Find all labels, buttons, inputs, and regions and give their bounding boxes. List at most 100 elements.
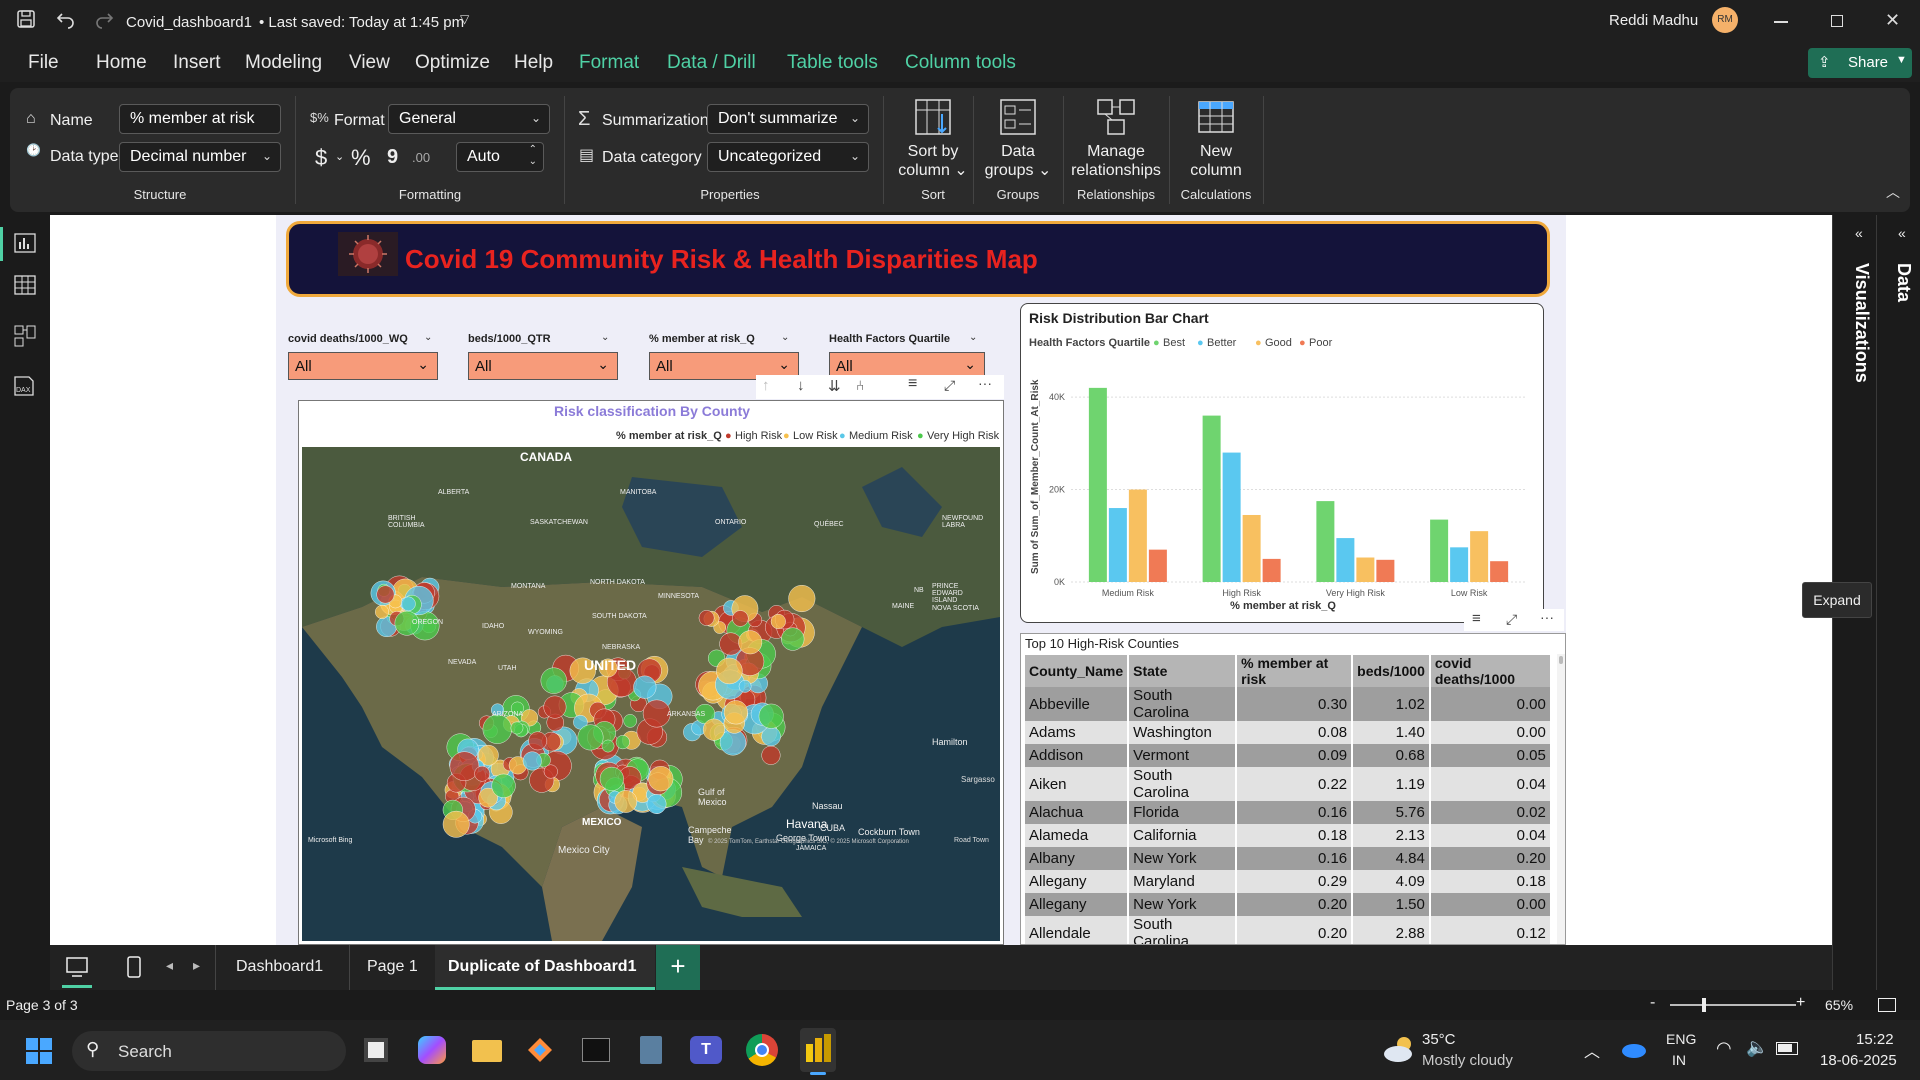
- close-icon[interactable]: ✕: [1885, 10, 1900, 31]
- filter-icon[interactable]: ≡: [908, 375, 917, 393]
- zoom-out-icon[interactable]: -: [1650, 994, 1655, 1012]
- chevron-up-icon[interactable]: ︿: [1584, 1038, 1600, 1062]
- bar-best-very-high-risk[interactable]: [1316, 501, 1335, 582]
- chrome-icon[interactable]: [746, 1034, 778, 1066]
- comma-button[interactable]: 9: [387, 146, 398, 169]
- table-row[interactable]: Adams Washington 0.08 1.40 0.00: [1025, 721, 1552, 744]
- table-row[interactable]: Abbeville South Carolina 0.30 1.02 0.00: [1025, 687, 1552, 721]
- table-row[interactable]: Alachua Florida 0.16 5.76 0.02: [1025, 801, 1552, 824]
- column-header[interactable]: beds/1000: [1352, 655, 1431, 687]
- language-primary[interactable]: ENG: [1666, 1031, 1696, 1047]
- bar-poor-low-risk[interactable]: [1490, 561, 1509, 582]
- bar-poor-medium-risk[interactable]: [1148, 549, 1167, 582]
- menu-format[interactable]: Format: [579, 52, 639, 74]
- chevron-down-icon[interactable]: ⌄: [969, 332, 977, 343]
- redo-icon[interactable]: [94, 9, 114, 29]
- drill-down-icon[interactable]: ↓: [797, 377, 805, 394]
- undo-icon[interactable]: [56, 9, 76, 29]
- file-explorer-icon[interactable]: [472, 1040, 502, 1062]
- currency-button[interactable]: $: [315, 145, 327, 171]
- chevron-down-icon[interactable]: ⌄: [424, 332, 432, 343]
- chevron-down-icon[interactable]: ▽: [460, 12, 469, 26]
- terminal-icon[interactable]: [582, 1038, 610, 1062]
- decimal-button[interactable]: .00: [412, 150, 430, 165]
- new-column-button[interactable]: New column: [1173, 98, 1259, 180]
- bar-good-low-risk[interactable]: [1470, 531, 1489, 582]
- column-header[interactable]: County_Name: [1025, 655, 1130, 687]
- collapse-ribbon-icon[interactable]: ︿: [1886, 182, 1900, 202]
- map-area[interactable]: CANADA ALBERTA MANITOBA BRITISH COLUMBIA…: [302, 447, 1000, 941]
- wifi-icon[interactable]: ◠: [1716, 1038, 1732, 1059]
- datatype-select[interactable]: Decimal number ⌄: [119, 142, 281, 172]
- scrollbar-thumb[interactable]: [1559, 656, 1563, 664]
- map-visual[interactable]: Risk classification By County % member a…: [298, 400, 1004, 945]
- minimize-icon[interactable]: [1774, 21, 1788, 23]
- bar-poor-high-risk[interactable]: [1262, 558, 1281, 582]
- weather-icon[interactable]: [1382, 1034, 1418, 1064]
- column-header[interactable]: % member at risk: [1236, 655, 1354, 687]
- bar-better-high-risk[interactable]: [1222, 452, 1241, 582]
- bar-better-low-risk[interactable]: [1450, 547, 1469, 582]
- menu-table-tools[interactable]: Table tools: [787, 52, 878, 74]
- mobile-layout-icon[interactable]: [126, 954, 142, 980]
- spinner-icon[interactable]: ⌃ ⌄: [529, 144, 537, 168]
- table-visual[interactable]: Top 10 High-Risk Counties County_Name St…: [1020, 633, 1566, 945]
- avatar[interactable]: RM: [1712, 7, 1738, 33]
- onedrive-icon[interactable]: [1620, 1040, 1646, 1058]
- desktop-layout-icon[interactable]: [64, 954, 90, 980]
- photos-icon[interactable]: [526, 1036, 554, 1064]
- bar-good-high-risk[interactable]: [1242, 514, 1261, 582]
- summarization-select[interactable]: Don't summarize ⌄: [707, 104, 869, 134]
- menu-modeling[interactable]: Modeling: [245, 52, 322, 74]
- chevron-down-icon[interactable]: ⌄: [781, 332, 789, 343]
- zoom-slider-thumb[interactable]: [1702, 998, 1706, 1012]
- table-row[interactable]: Addison Vermont 0.09 0.68 0.05: [1025, 744, 1552, 767]
- slicer-beds[interactable]: beds/1000_QTR ⌄ All ⌄: [468, 330, 628, 386]
- menu-insert[interactable]: Insert: [173, 52, 221, 74]
- slicer-dropdown[interactable]: All ⌄: [468, 352, 618, 380]
- bar-chart-visual[interactable]: Risk Distribution Bar Chart Health Facto…: [1020, 303, 1544, 623]
- more-options-icon[interactable]: ···: [1540, 609, 1554, 625]
- chevron-down-icon[interactable]: ⌄: [335, 150, 344, 163]
- sort-by-column-button[interactable]: Sort by column ⌄: [888, 98, 978, 180]
- more-options-icon[interactable]: ···: [978, 375, 992, 391]
- datacategory-select[interactable]: Uncategorized ⌄: [707, 142, 869, 172]
- bar-good-very-high-risk[interactable]: [1356, 557, 1375, 582]
- menu-view[interactable]: View: [349, 52, 390, 74]
- table-row[interactable]: Aiken South Carolina 0.22 1.19 0.04: [1025, 767, 1552, 801]
- copilot-icon[interactable]: [418, 1036, 446, 1064]
- page-tab[interactable]: Dashboard1: [236, 958, 323, 976]
- page-tab[interactable]: Page 1: [367, 958, 418, 976]
- task-view-icon[interactable]: [364, 1038, 388, 1062]
- table-row[interactable]: Allegany Maryland 0.29 4.09 0.18: [1025, 870, 1552, 893]
- visualizations-pane-tab[interactable]: Visualizations: [1851, 263, 1872, 383]
- battery-icon[interactable]: [1776, 1042, 1798, 1055]
- share-button[interactable]: ⇪ Share ▼: [1808, 48, 1912, 78]
- bar-poor-very-high-risk[interactable]: [1376, 559, 1395, 582]
- name-input[interactable]: % member at risk: [119, 104, 281, 134]
- fit-to-page-icon[interactable]: [1878, 998, 1896, 1012]
- teams-icon[interactable]: T: [690, 1036, 722, 1064]
- expand-hierarchy-icon[interactable]: ⑃: [856, 377, 864, 393]
- dax-query-icon[interactable]: DAX: [12, 375, 36, 397]
- chevron-left-icon[interactable]: «: [1898, 225, 1906, 241]
- focus-mode-icon[interactable]: ⤢: [944, 377, 955, 394]
- bar-best-low-risk[interactable]: [1430, 519, 1449, 582]
- bar-best-medium-risk[interactable]: [1088, 387, 1107, 582]
- focus-mode-icon[interactable]: ⤢: [1506, 611, 1517, 628]
- prev-page-icon[interactable]: ◂: [166, 957, 173, 974]
- percent-button[interactable]: %: [351, 145, 371, 171]
- manage-relationships-button[interactable]: Manage relationships: [1066, 98, 1166, 180]
- document-title[interactable]: Covid_dashboard1: [126, 14, 252, 31]
- zoom-in-icon[interactable]: +: [1796, 994, 1805, 1012]
- menu-home[interactable]: Home: [96, 52, 147, 74]
- menu-file[interactable]: File: [28, 52, 59, 74]
- table-row[interactable]: Albany New York 0.16 4.84 0.20: [1025, 847, 1552, 870]
- table-view-icon[interactable]: [14, 275, 36, 295]
- drill-up-icon[interactable]: ↑: [762, 377, 770, 394]
- table-row[interactable]: Allegany New York 0.20 1.50 0.00: [1025, 893, 1552, 916]
- windows-start-icon[interactable]: [26, 1038, 52, 1064]
- table-scrollbar[interactable]: [1557, 654, 1565, 944]
- chevron-down-icon[interactable]: ⌄: [601, 332, 609, 343]
- page-tab-active[interactable]: Duplicate of Dashboard1: [435, 945, 655, 990]
